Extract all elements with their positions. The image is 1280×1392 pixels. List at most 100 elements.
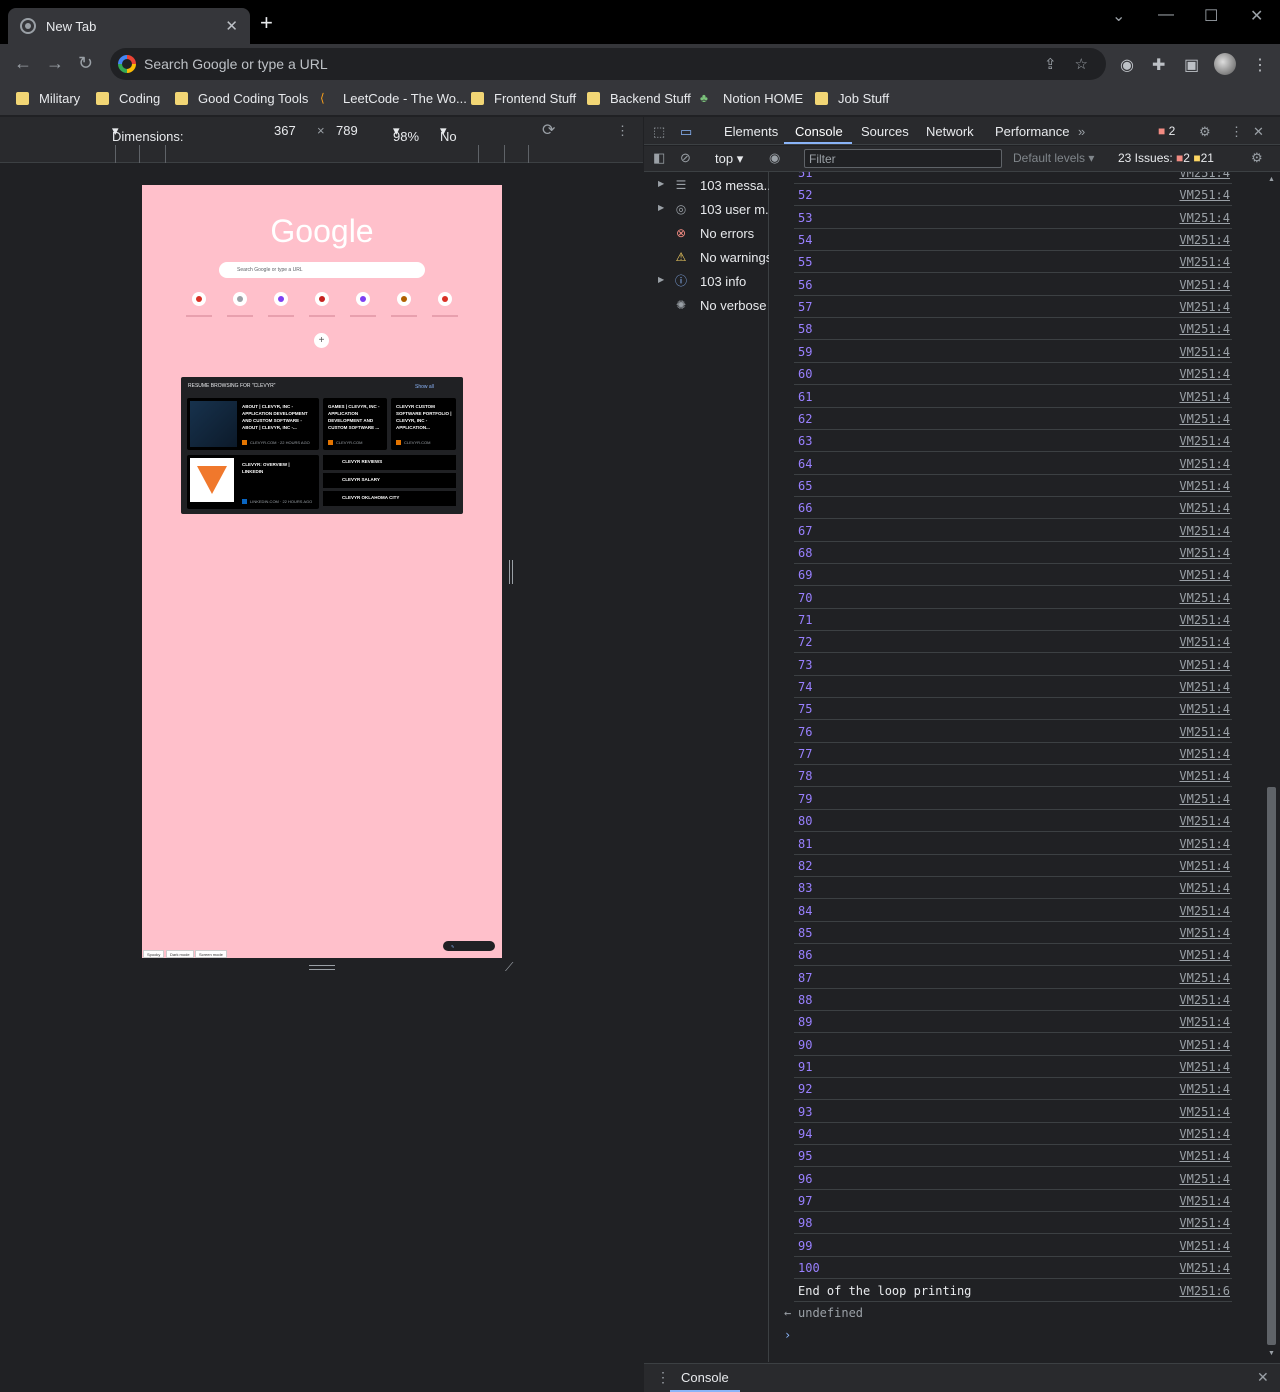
source-link[interactable]: VM251:4 bbox=[1179, 188, 1230, 202]
source-link[interactable]: VM251:4 bbox=[1179, 1038, 1230, 1052]
zoom-dropdown[interactable]: 98% ▾ bbox=[393, 123, 419, 144]
add-shortcut-icon[interactable]: + bbox=[314, 333, 329, 348]
tab-sources[interactable]: Sources bbox=[861, 124, 909, 139]
resume-card-1[interactable]: ABOUT | CLEVYR, INC - APPLICATION DEVELO… bbox=[187, 398, 319, 450]
clear-console-icon[interactable]: ⊘ bbox=[680, 150, 691, 166]
bookmark-leetcode[interactable]: ⟨ LeetCode - The Wo... bbox=[320, 91, 467, 106]
devtools-menu-icon[interactable]: ⋮ bbox=[1230, 124, 1243, 140]
source-link[interactable]: VM251:4 bbox=[1179, 948, 1230, 962]
browser-tab[interactable]: New Tab ✕ bbox=[8, 8, 250, 44]
menu-kebab-icon[interactable]: ⋮ bbox=[1252, 55, 1268, 75]
bookmark-star-icon[interactable]: ☆ bbox=[1075, 55, 1088, 73]
inspect-icon[interactable]: ⬚ bbox=[653, 124, 665, 140]
close-drawer-icon[interactable]: ✕ bbox=[1257, 1369, 1269, 1386]
source-link[interactable]: VM251:4 bbox=[1179, 725, 1230, 739]
source-link[interactable]: VM251:4 bbox=[1179, 457, 1230, 471]
source-link[interactable]: VM251:4 bbox=[1179, 926, 1230, 940]
resize-handle-bottom[interactable] bbox=[309, 965, 335, 970]
source-link[interactable]: VM251:4 bbox=[1179, 658, 1230, 672]
extension-color-icon[interactable]: ◉ bbox=[1120, 55, 1134, 75]
source-link[interactable]: VM251:4 bbox=[1179, 367, 1230, 381]
source-link[interactable]: VM251:4 bbox=[1179, 172, 1230, 180]
reload-icon[interactable]: ↻ bbox=[78, 53, 93, 74]
back-icon[interactable]: ← bbox=[14, 53, 32, 74]
source-link[interactable]: VM251:4 bbox=[1179, 769, 1230, 783]
rotate-icon[interactable]: ⟳ bbox=[542, 120, 555, 140]
extensions-puzzle-icon[interactable]: ✚ bbox=[1152, 55, 1165, 75]
shortcut-4[interactable] bbox=[315, 292, 329, 306]
tab-search-icon[interactable]: ⌄ bbox=[1112, 6, 1125, 26]
source-link[interactable]: VM251:4 bbox=[1179, 211, 1230, 225]
source-link[interactable]: VM251:4 bbox=[1179, 1127, 1230, 1141]
bookmark-good-coding-tools[interactable]: Good Coding Tools bbox=[175, 91, 308, 106]
width-input[interactable]: 367 bbox=[274, 123, 296, 138]
omnibox[interactable]: Search Google or type a URL ⇪ ☆ bbox=[110, 48, 1106, 80]
source-link[interactable]: VM251:4 bbox=[1179, 255, 1230, 269]
source-link[interactable]: VM251:6 bbox=[1179, 1284, 1230, 1298]
source-link[interactable]: VM251:4 bbox=[1179, 412, 1230, 426]
bookmark-notion-home[interactable]: ♣ Notion HOME bbox=[700, 91, 803, 106]
source-link[interactable]: VM251:4 bbox=[1179, 233, 1230, 247]
bookmark-backend-stuff[interactable]: Backend Stuff bbox=[587, 91, 691, 106]
query-row[interactable]: CLEVYR OKLAHOMA CITY bbox=[323, 491, 456, 506]
error-count-badge[interactable]: ■ 2 bbox=[1158, 124, 1175, 138]
minimize-icon[interactable]: — bbox=[1158, 6, 1174, 24]
shortcut-2[interactable] bbox=[233, 292, 247, 306]
query-row[interactable]: CLEVYR REVIEWS bbox=[323, 455, 456, 470]
console-scrollbar[interactable]: ▲ ▼ bbox=[1264, 172, 1280, 1362]
share-icon[interactable]: ⇪ bbox=[1044, 55, 1057, 73]
context-dropdown[interactable]: top ▾ bbox=[715, 151, 743, 167]
device-menu-icon[interactable]: ⋮ bbox=[616, 123, 629, 139]
source-link[interactable]: VM251:4 bbox=[1179, 568, 1230, 582]
sidebar-item-user-messages[interactable]: ▶ ◎ 103 user m... bbox=[644, 198, 769, 222]
resize-handle-corner[interactable]: ⟋ bbox=[505, 960, 513, 975]
console-filter-input[interactable]: Filter bbox=[804, 149, 1002, 168]
tab-elements[interactable]: Elements bbox=[724, 124, 778, 139]
throttling-dropdown[interactable]: No throttling ▾ bbox=[440, 123, 490, 159]
scrollbar-thumb[interactable] bbox=[1267, 787, 1276, 1345]
source-link[interactable]: VM251:4 bbox=[1179, 345, 1230, 359]
source-link[interactable]: VM251:4 bbox=[1179, 591, 1230, 605]
sidebar-toggle-icon[interactable]: ◧ bbox=[653, 150, 665, 166]
source-link[interactable]: VM251:4 bbox=[1179, 747, 1230, 761]
source-link[interactable]: VM251:4 bbox=[1179, 546, 1230, 560]
spooky-button[interactable]: Spooky bbox=[143, 950, 165, 958]
screen-mode-button[interactable]: Screen mode bbox=[195, 950, 227, 958]
source-link[interactable]: VM251:4 bbox=[1179, 1261, 1230, 1275]
maximize-icon[interactable]: ☐ bbox=[1204, 6, 1218, 26]
source-link[interactable]: VM251:4 bbox=[1179, 993, 1230, 1007]
source-link[interactable]: VM251:4 bbox=[1179, 501, 1230, 515]
bookmark-coding[interactable]: Coding bbox=[96, 91, 160, 106]
source-link[interactable]: VM251:4 bbox=[1179, 300, 1230, 314]
page-search-box[interactable]: Search Google or type a URL bbox=[219, 262, 425, 278]
tab-network[interactable]: Network bbox=[926, 124, 974, 139]
console-prompt[interactable]: › bbox=[784, 1324, 1232, 1346]
source-link[interactable]: VM251:4 bbox=[1179, 635, 1230, 649]
show-all-link[interactable]: Show all bbox=[415, 384, 434, 390]
bookmark-military[interactable]: Military bbox=[16, 91, 80, 106]
source-link[interactable]: VM251:4 bbox=[1179, 904, 1230, 918]
source-link[interactable]: VM251:4 bbox=[1179, 322, 1230, 336]
source-link[interactable]: VM251:4 bbox=[1179, 792, 1230, 806]
log-levels-dropdown[interactable]: Default levels ▾ bbox=[1013, 151, 1094, 165]
expand-arrow-icon[interactable]: ▶ bbox=[658, 275, 664, 284]
source-link[interactable]: VM251:4 bbox=[1179, 1172, 1230, 1186]
source-link[interactable]: VM251:4 bbox=[1179, 390, 1230, 404]
source-link[interactable]: VM251:4 bbox=[1179, 680, 1230, 694]
resize-handle-right[interactable] bbox=[509, 560, 513, 584]
shortcut-6[interactable] bbox=[397, 292, 411, 306]
source-link[interactable]: VM251:4 bbox=[1179, 1015, 1230, 1029]
source-link[interactable]: VM251:4 bbox=[1179, 837, 1230, 851]
shortcut-3[interactable] bbox=[274, 292, 288, 306]
device-toggle-icon[interactable]: ▭ bbox=[680, 124, 692, 140]
source-link[interactable]: VM251:4 bbox=[1179, 1194, 1230, 1208]
source-link[interactable]: VM251:4 bbox=[1179, 881, 1230, 895]
source-link[interactable]: VM251:4 bbox=[1179, 479, 1230, 493]
avatar[interactable] bbox=[1214, 53, 1236, 75]
bookmark-job-stuff[interactable]: Job Stuff bbox=[815, 91, 889, 106]
source-link[interactable]: VM251:4 bbox=[1179, 1216, 1230, 1230]
customize-chrome-button[interactable]: ✎ bbox=[443, 941, 495, 951]
source-link[interactable]: VM251:4 bbox=[1179, 613, 1230, 627]
resume-card-4[interactable]: CLEVYR: OVERVIEW | LINKEDIN LINKEDIN.COM… bbox=[187, 455, 319, 509]
source-link[interactable]: VM251:4 bbox=[1179, 434, 1230, 448]
